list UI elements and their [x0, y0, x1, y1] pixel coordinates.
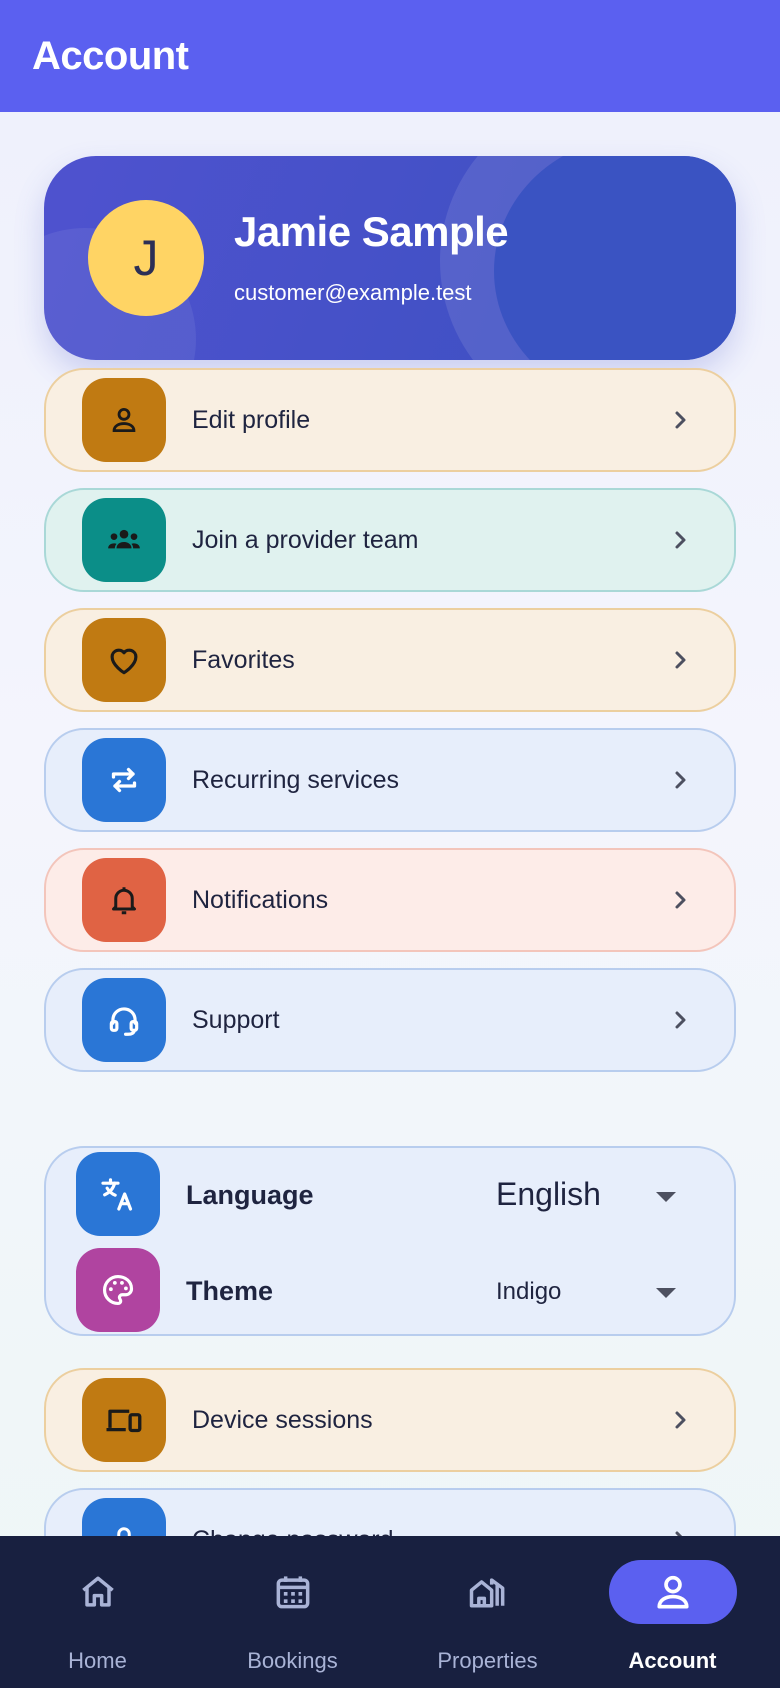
menu-item-support[interactable]: Support: [44, 968, 736, 1072]
chevron-right-icon: [675, 1531, 683, 1536]
app-header: Account: [0, 0, 780, 112]
nav-item-home[interactable]: Home: [0, 1536, 195, 1688]
bottom-navigation: Home Bookings Properties Account: [0, 1536, 780, 1688]
chevron-right-icon: [675, 411, 686, 429]
nav-label: Home: [68, 1648, 127, 1673]
avatar: J: [88, 200, 204, 316]
chevron-right-icon: [675, 531, 686, 549]
translate-icon: [76, 1152, 160, 1236]
menu-item-label: Favorites: [192, 646, 295, 674]
page-title: Account: [32, 33, 189, 78]
chevron-right-icon: [675, 1411, 686, 1429]
nav-label: Account: [628, 1648, 717, 1673]
calendar-icon: [276, 1576, 309, 1609]
language-label: Language: [186, 1180, 314, 1210]
menu-item-join-provider-team[interactable]: Join a provider team: [44, 488, 736, 592]
person-icon: [657, 1575, 689, 1609]
group-icon: [82, 498, 166, 582]
repeat-icon: [82, 738, 166, 822]
bell-icon: [82, 858, 166, 942]
account-content[interactable]: J Jamie Sample customer@example.test Edi…: [0, 112, 780, 1536]
menu-item-edit-profile[interactable]: Edit profile: [44, 368, 736, 472]
theme-select[interactable]: Indigo: [496, 1258, 696, 1324]
menu-item-label: Join a provider team: [192, 526, 419, 554]
nav-item-bookings[interactable]: Bookings: [195, 1536, 390, 1688]
theme-label: Theme: [186, 1276, 274, 1306]
language-select[interactable]: English: [496, 1162, 696, 1228]
menu-item-favorites[interactable]: Favorites: [44, 608, 736, 712]
decorative-circle: [494, 156, 736, 360]
chevron-right-icon: [675, 651, 686, 669]
menu-item-notifications[interactable]: Notifications: [44, 848, 736, 952]
nav-label: Bookings: [247, 1648, 338, 1673]
buildings-icon: [469, 1578, 504, 1608]
headset-icon: [82, 978, 166, 1062]
home-icon: [81, 1576, 114, 1607]
profile-email: customer@example.test: [234, 280, 472, 305]
menu-item-label: Change password: [192, 1490, 394, 1536]
chevron-right-icon: [675, 891, 686, 909]
palette-icon: [76, 1248, 160, 1332]
menu-item-label: Device sessions: [192, 1406, 373, 1434]
dropdown-arrow-icon: [656, 1192, 676, 1202]
menu-item-label: Notifications: [192, 886, 329, 914]
language-value: English: [496, 1176, 601, 1212]
heart-icon: [82, 618, 166, 702]
menu-item-label: Recurring services: [192, 766, 400, 794]
devices-icon: [82, 1378, 166, 1462]
person-icon: [82, 378, 166, 462]
nav-item-properties[interactable]: Properties: [390, 1536, 585, 1688]
lock-icon: [82, 1498, 166, 1536]
chevron-right-icon: [675, 1011, 686, 1029]
menu-item-label: Edit profile: [192, 406, 311, 434]
profile-card: J Jamie Sample customer@example.test: [44, 156, 736, 360]
nav-label: Properties: [437, 1648, 538, 1673]
menu-item-device-sessions[interactable]: Device sessions: [44, 1368, 736, 1472]
chevron-right-icon: [675, 771, 686, 789]
menu-item-label: Support: [192, 1006, 280, 1034]
profile-name: Jamie Sample: [234, 208, 509, 255]
theme-value: Indigo: [496, 1278, 562, 1305]
nav-item-account[interactable]: Account: [585, 1536, 780, 1688]
menu-item-change-password[interactable]: Change password: [44, 1488, 736, 1536]
dropdown-arrow-icon: [656, 1288, 676, 1298]
menu-item-recurring-services[interactable]: Recurring services: [44, 728, 736, 832]
preferences-card: Language English Theme Indigo: [44, 1146, 736, 1336]
